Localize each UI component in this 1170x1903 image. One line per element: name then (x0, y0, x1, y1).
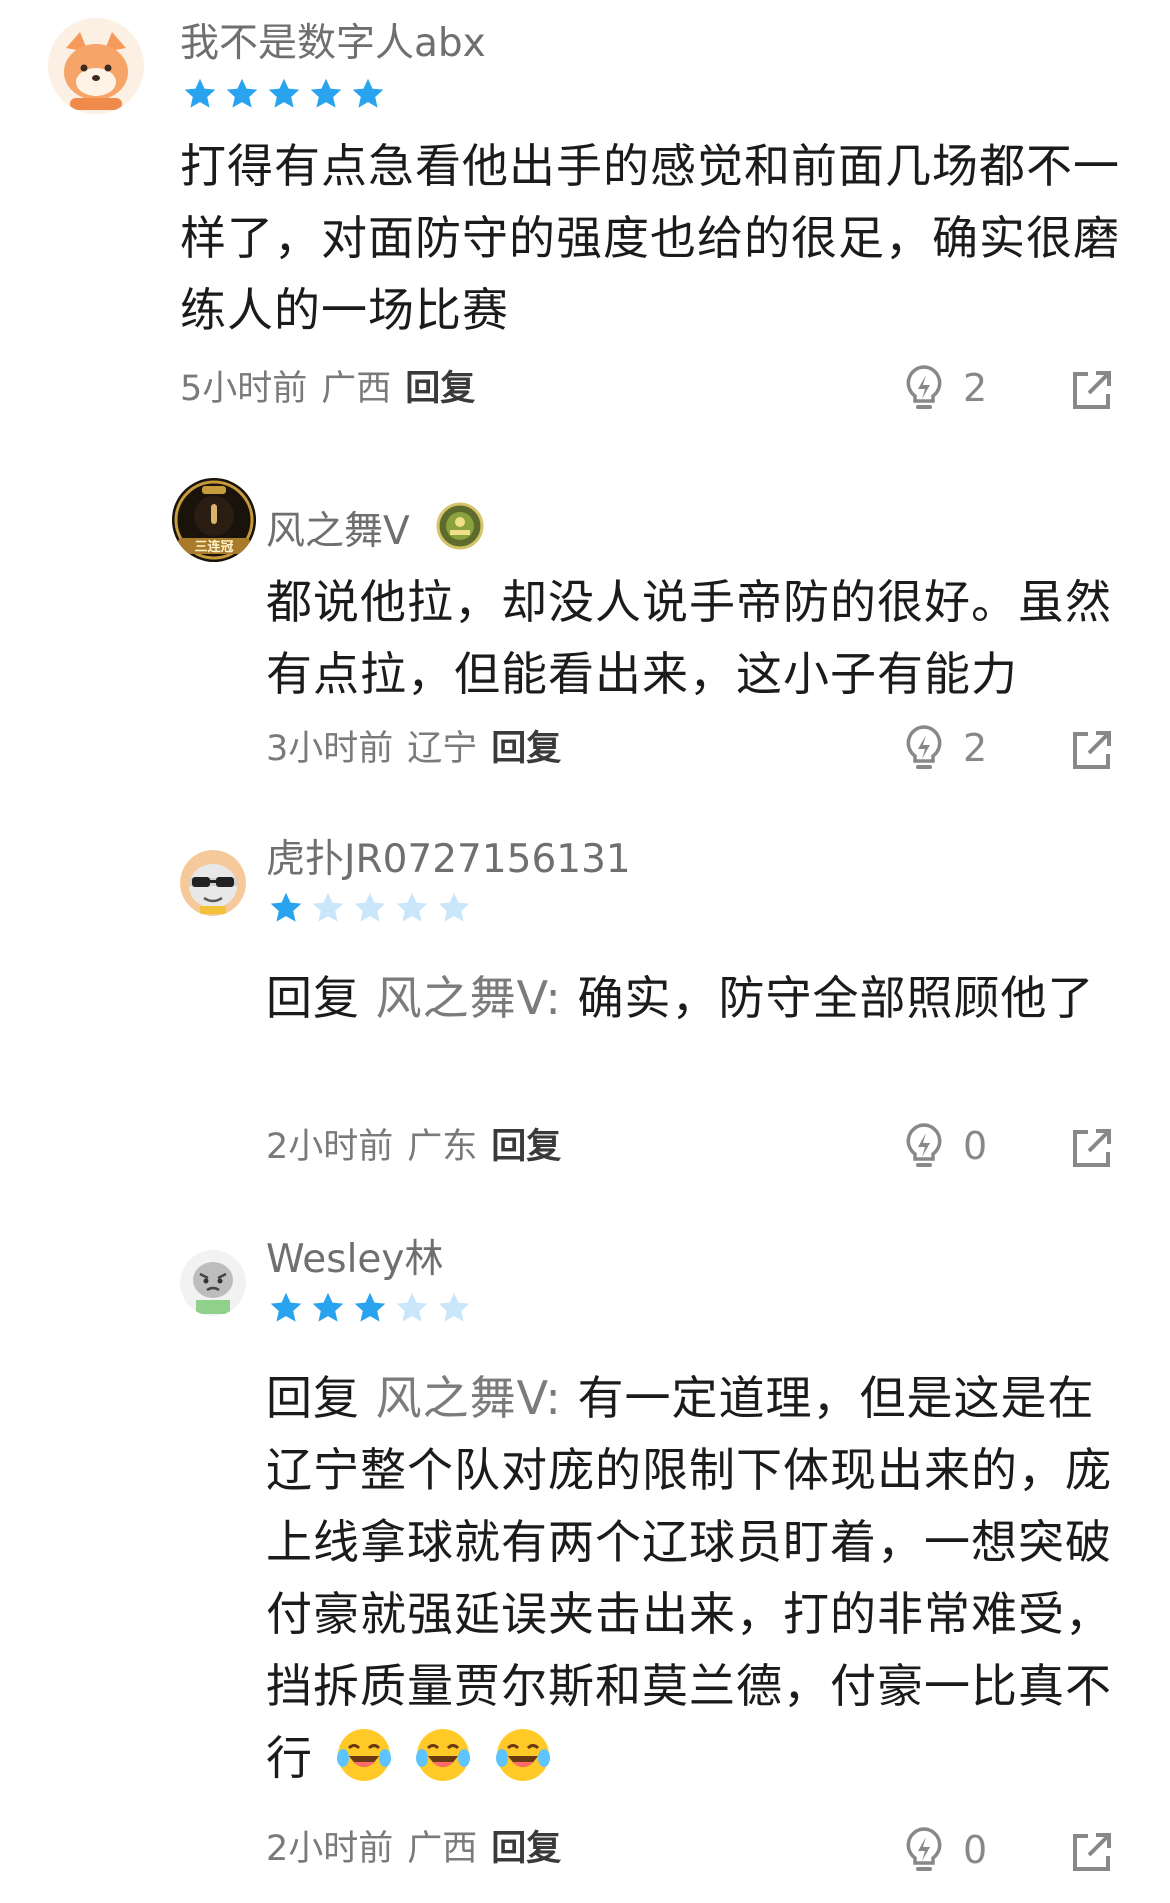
star-icon (226, 78, 258, 108)
rating-stars (182, 76, 386, 112)
location: 广东 (407, 1127, 478, 1167)
star-icon (270, 892, 302, 922)
share-icon (1073, 371, 1111, 409)
share-icon (1073, 1833, 1111, 1871)
comment-text: 回复 风之舞V: 确实，防守全部照顾他了 (266, 962, 1116, 1034)
reply-button[interactable]: 回复 (405, 369, 475, 409)
fox-avatar-icon[interactable] (48, 18, 144, 114)
share-button[interactable] (1070, 728, 1114, 772)
team-badge-icon (436, 502, 484, 550)
comment-2: 三连冠 风之舞V 都说他拉，却没人说手帝防的很好。虽然有点拉，但能看出来，这小子… (0, 470, 1170, 770)
reply-text: 确实，防守全部照顾他了 (577, 971, 1095, 1025)
like-count: 0 (963, 1828, 988, 1872)
share-button[interactable] (1070, 368, 1114, 412)
reply-button[interactable]: 回复 (491, 729, 561, 769)
reply-button[interactable]: 回复 (491, 1127, 561, 1167)
comment-text: 回复 风之舞V: 有一定道理，但是这是在辽宁整个队对庞的限制下体现出来的，庞上线… (266, 1362, 1116, 1794)
username[interactable]: 风之舞V (266, 512, 410, 551)
reply-target[interactable]: 风之舞V: (376, 1371, 562, 1425)
star-icon (184, 78, 216, 108)
comment-text: 都说他拉，却没人说手帝防的很好。虽然有点拉，但能看出来，这小子有能力 (266, 575, 1112, 701)
share-icon (1073, 731, 1111, 769)
emoji-row (329, 1729, 552, 1785)
comment-meta: 5小时前 广西 回复 (180, 372, 475, 407)
like-button[interactable]: 2 (903, 364, 987, 412)
username[interactable]: 虎扑JR0727156131 (266, 840, 631, 879)
star-icon (354, 1292, 386, 1322)
sunglasses-avatar-icon[interactable] (180, 850, 246, 916)
reply-prefix: 回复 (266, 1371, 360, 1425)
like-button[interactable]: 2 (903, 724, 987, 772)
reply-button[interactable]: 回复 (491, 1829, 561, 1869)
like-button[interactable]: 0 (903, 1826, 987, 1874)
comment-3: 虎扑JR0727156131 回复 风之舞V: 确实，防守全部照顾他了 2小时前… (0, 830, 1170, 1190)
lightbulb-icon (906, 1123, 942, 1167)
rating-stars (268, 890, 472, 926)
star-icon (438, 1292, 470, 1322)
location: 广西 (321, 369, 392, 409)
star-icon (270, 1292, 302, 1322)
rating-stars (268, 1290, 472, 1326)
timestamp: 3小时前 (266, 729, 394, 769)
laughing-tears-emoji (495, 1729, 550, 1781)
svg-text:三连冠: 三连冠 (194, 539, 233, 555)
reply-text: 有一定道理，但是这是在辽宁整个队对庞的限制下体现出来的，庞上线拿球就有两个辽球员… (266, 1371, 1112, 1785)
comment-4: Wesley林 回复 风之舞V: 有一定道理，但是这是在辽宁整个队对庞的限制下体… (0, 1228, 1170, 1903)
star-icon (396, 1292, 428, 1322)
comment-meta: 3小时前 辽宁 回复 (266, 732, 561, 767)
username[interactable]: Wesley林 (266, 1240, 444, 1279)
location: 辽宁 (407, 729, 478, 769)
share-icon (1073, 1129, 1111, 1167)
like-count: 2 (963, 366, 988, 410)
star-icon (268, 78, 300, 108)
share-button[interactable] (1070, 1830, 1114, 1874)
comment-1: 我不是数字人abx 打得有点急看他出手的感觉和前面几场都不一样了，对面防守的强度… (0, 0, 1170, 420)
star-icon (354, 892, 386, 922)
star-icon (352, 78, 384, 108)
comment-meta: 2小时前 广东 回复 (266, 1130, 561, 1165)
star-icon (438, 892, 470, 922)
star-icon (312, 1292, 344, 1322)
reply-target[interactable]: 风之舞V: (376, 971, 562, 1025)
comment-text: 打得有点急看他出手的感觉和前面几场都不一样了，对面防守的强度也给的很足，确实很磨… (180, 139, 1120, 337)
comment-meta: 2小时前 广西 回复 (266, 1832, 561, 1867)
laughing-tears-emoji (416, 1729, 471, 1781)
like-count: 0 (963, 1124, 988, 1168)
reply-prefix: 回复 (266, 971, 360, 1025)
grumpy-avatar-icon[interactable] (180, 1250, 246, 1316)
laughing-tears-emoji (336, 1729, 391, 1781)
timestamp: 2小时前 (266, 1127, 394, 1167)
lightbulb-icon (906, 725, 942, 769)
location: 广西 (407, 1829, 478, 1869)
timestamp: 5小时前 (180, 369, 308, 409)
username[interactable]: 我不是数字人abx (180, 24, 486, 63)
lightbulb-icon (906, 365, 942, 409)
share-button[interactable] (1070, 1126, 1114, 1170)
star-icon (396, 892, 428, 922)
timestamp: 2小时前 (266, 1829, 394, 1869)
star-icon (312, 892, 344, 922)
lightbulb-icon (906, 1827, 942, 1871)
three-championship-avatar-icon[interactable]: 三连冠 (172, 478, 256, 562)
star-icon (310, 78, 342, 108)
like-count: 2 (963, 726, 988, 770)
like-button[interactable]: 0 (903, 1122, 987, 1170)
